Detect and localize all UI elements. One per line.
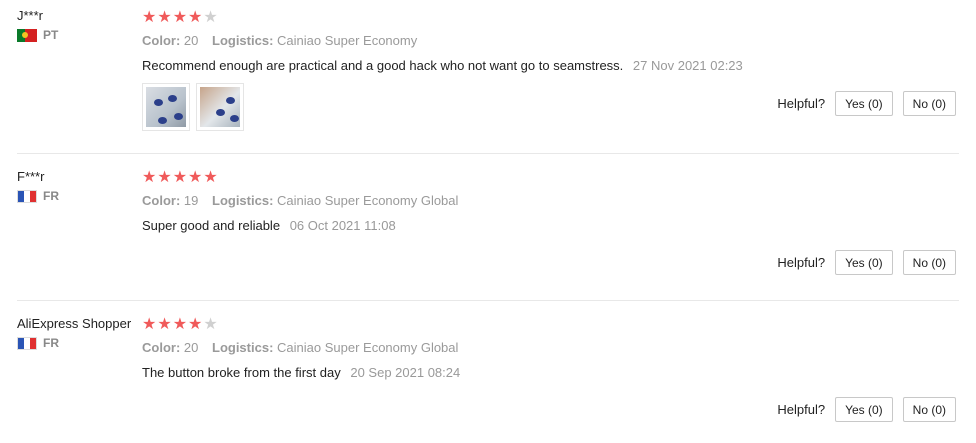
- reviewer-country: FR: [17, 336, 59, 350]
- country-code: FR: [43, 189, 59, 203]
- star-rating: ★ ★ ★ ★ ★: [142, 170, 218, 186]
- review-text-line: Super good and reliable 06 Oct 2021 11:0…: [142, 218, 396, 233]
- reviewer-name: F***r: [17, 169, 45, 184]
- helpful-votes: Helpful? Yes (0) No (0): [777, 397, 956, 422]
- star-filled-icon: ★: [142, 316, 157, 333]
- star-filled-icon: ★: [172, 169, 188, 186]
- logistics-label: Logistics:: [212, 33, 274, 48]
- review-meta: Color: 19 Logistics: Cainiao Super Econo…: [142, 193, 458, 208]
- review-text-line: Recommend enough are practical and a goo…: [142, 58, 743, 73]
- review-item: AliExpress Shopper FR ★ ★ ★ ★ ★ Color: 20 Lo…: [0, 301, 976, 443]
- logistics-value: Cainiao Super Economy: [277, 33, 418, 48]
- star-empty-icon: ★: [203, 316, 218, 333]
- country-code: FR: [43, 336, 59, 350]
- star-filled-icon: ★: [172, 9, 188, 26]
- color-label: Color:: [142, 33, 181, 48]
- helpful-label: Helpful?: [777, 255, 826, 270]
- france-flag-icon: [17, 189, 37, 203]
- country-code: PT: [43, 28, 59, 42]
- star-filled-icon: ★: [172, 316, 188, 333]
- logistics-label: Logistics:: [212, 340, 274, 355]
- star-filled-icon: ★: [188, 316, 203, 333]
- france-flag-icon: [17, 336, 37, 350]
- helpful-yes-button[interactable]: Yes (0): [835, 397, 893, 422]
- logistics-value: Cainiao Super Economy Global: [277, 340, 459, 355]
- star-filled-icon: ★: [188, 169, 203, 186]
- helpful-yes-button[interactable]: Yes (0): [835, 250, 893, 275]
- star-rating: ★ ★ ★ ★ ★: [142, 317, 218, 333]
- review-text: The button broke from the first day: [142, 365, 341, 380]
- review-photos: [142, 83, 244, 131]
- review-text: Recommend enough are practical and a goo…: [142, 58, 624, 73]
- review-photo[interactable]: [196, 83, 244, 131]
- star-filled-icon: ★: [203, 169, 218, 186]
- helpful-votes: Helpful? Yes (0) No (0): [777, 250, 956, 275]
- color-value: 19: [183, 193, 199, 208]
- review-date: 27 Nov 2021 02:23: [632, 58, 743, 73]
- star-filled-icon: ★: [142, 9, 157, 26]
- reviewer-name: AliExpress Shopper: [17, 316, 132, 331]
- reviewer-country: FR: [17, 189, 59, 203]
- helpful-no-button[interactable]: No (0): [902, 91, 956, 116]
- star-filled-icon: ★: [157, 9, 172, 26]
- star-filled-icon: ★: [157, 316, 172, 333]
- review-text: Super good and reliable: [142, 218, 281, 233]
- reviewer-country: PT: [17, 28, 58, 42]
- photo-image-icon: [146, 87, 186, 127]
- helpful-no-button[interactable]: No (0): [902, 250, 956, 275]
- review-date: 06 Oct 2021 11:08: [289, 218, 396, 233]
- helpful-label: Helpful?: [777, 96, 826, 111]
- color-value: 20: [183, 340, 199, 355]
- logistics-value: Cainiao Super Economy Global: [277, 193, 459, 208]
- helpful-label: Helpful?: [777, 402, 826, 417]
- star-rating: ★ ★ ★ ★ ★: [142, 10, 218, 26]
- color-value: 20: [183, 33, 199, 48]
- review-meta: Color: 20 Logistics: Cainiao Super Econo…: [142, 33, 417, 48]
- star-filled-icon: ★: [157, 169, 172, 186]
- photo-image-icon: [200, 87, 240, 127]
- helpful-yes-button[interactable]: Yes (0): [835, 91, 893, 116]
- logistics-label: Logistics:: [212, 193, 274, 208]
- star-empty-icon: ★: [203, 9, 218, 26]
- reviewer-name: J***r: [17, 8, 44, 23]
- helpful-no-button[interactable]: No (0): [902, 397, 956, 422]
- review-text-line: The button broke from the first day 20 S…: [142, 365, 460, 380]
- color-label: Color:: [142, 193, 181, 208]
- color-label: Color:: [142, 340, 181, 355]
- star-filled-icon: ★: [142, 169, 157, 186]
- portugal-flag-icon: [17, 28, 37, 42]
- helpful-votes: Helpful? Yes (0) No (0): [777, 91, 956, 116]
- review-item: J***r PT ★ ★ ★ ★ ★ Color: 20 Logistics: Cain…: [0, 0, 976, 153]
- review-item: F***r FR ★ ★ ★ ★ ★ Color: 19 Logistics: Cain…: [0, 154, 976, 300]
- star-filled-icon: ★: [188, 9, 203, 26]
- review-meta: Color: 20 Logistics: Cainiao Super Econo…: [142, 340, 458, 355]
- review-date: 20 Sep 2021 08:24: [350, 365, 461, 380]
- review-photo[interactable]: [142, 83, 190, 131]
